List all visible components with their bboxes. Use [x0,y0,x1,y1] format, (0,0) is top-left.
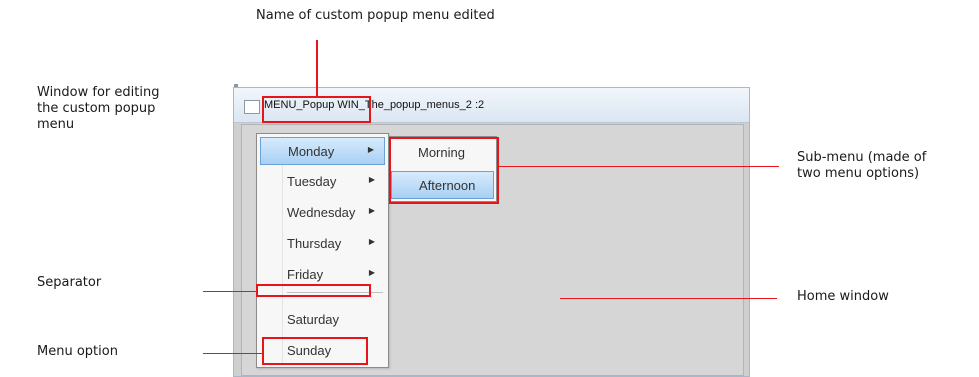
callout-line-submenu [499,166,779,167]
callout-box-submenu [389,137,499,204]
chevron-right-icon: ▶ [368,206,375,215]
annotation-separator: Separator [37,275,102,290]
menu-item-label: Saturday [287,312,340,327]
callout-box-menu-option [262,337,368,365]
menu-item-label: Wednesday [287,205,356,220]
menu-item-label: Tuesday [287,174,337,189]
callout-box-separator [256,284,371,297]
menu-item-monday[interactable]: Monday ▶ [260,137,385,165]
callout-line-title [316,40,318,97]
menu-item-tuesday[interactable]: Tuesday ▶ [260,168,385,196]
chevron-right-icon: ▶ [367,145,374,154]
menu-item-label: Thursday [287,236,342,251]
popup-menu: Monday ▶ Tuesday ▶ Wednesday ▶ Thursday … [256,133,389,368]
window-icon [244,100,260,114]
callout-line-home-window [560,298,777,299]
menu-item-label: Friday [287,267,324,282]
annotation-home-window: Home window [797,289,889,304]
annotation-menu-option: Menu option [37,344,118,359]
annotation-menu-name: Name of custom popup menu edited [256,8,495,23]
chevron-right-icon: ▶ [368,175,375,184]
annotation-sub-menu: Sub-menu (made of two menu options) [797,150,927,181]
chevron-right-icon: ▶ [368,237,375,246]
annotation-edit-window: Window for editing the custom popup menu [37,85,160,132]
menu-item-wednesday[interactable]: Wednesday ▶ [260,199,385,227]
callout-line-separator [203,291,257,292]
callout-line-menu-option [203,353,263,354]
chevron-right-icon: ▶ [368,268,375,277]
menu-item-saturday[interactable]: Saturday [260,306,385,334]
menu-item-thursday[interactable]: Thursday ▶ [260,230,385,258]
callout-box-title [262,96,371,123]
menu-item-label: Monday [288,144,335,159]
